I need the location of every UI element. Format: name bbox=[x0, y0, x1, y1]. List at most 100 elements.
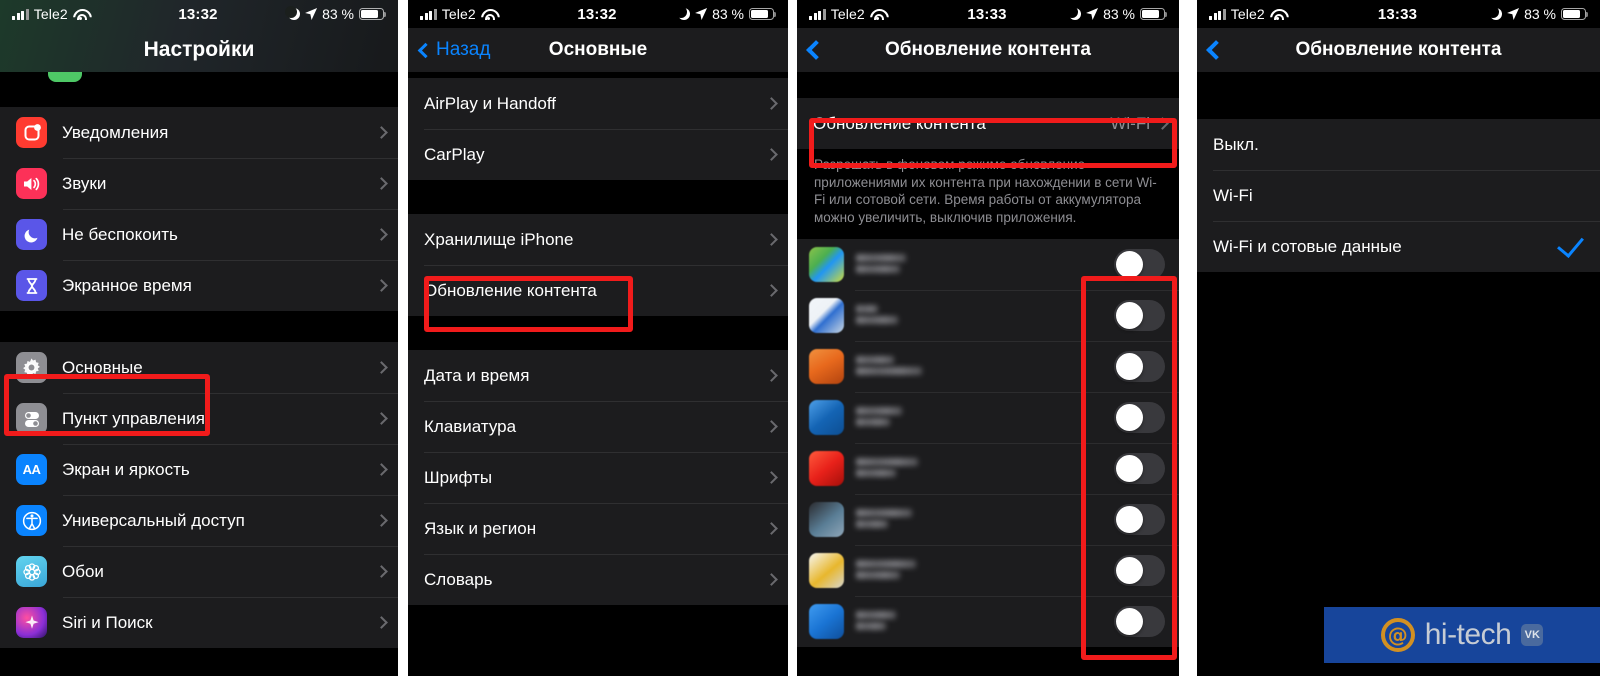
refresh-options-scroll-body[interactable]: Выкл. Wi-Fi Wi-Fi и сотовые данные bbox=[1197, 72, 1600, 676]
vk-icon: VK bbox=[1521, 624, 1544, 646]
app-name-redacted bbox=[856, 252, 1114, 278]
general-group-1: AirPlay и Handoff CarPlay bbox=[408, 78, 788, 180]
panel1-header: Tele2 13:32 83 % Настройки bbox=[0, 0, 398, 72]
settings-row-siri[interactable]: Siri и Поиск bbox=[0, 597, 398, 648]
app-name-redacted bbox=[856, 558, 1114, 584]
cellular-signal-icon bbox=[809, 8, 826, 20]
chevron-right-icon bbox=[375, 177, 388, 190]
app-name-redacted bbox=[856, 354, 1114, 380]
app-refresh-toggle[interactable] bbox=[1114, 453, 1165, 484]
panel-gap-3 bbox=[1179, 0, 1197, 676]
battery-icon bbox=[1140, 8, 1168, 20]
app-refresh-toggle[interactable] bbox=[1114, 249, 1165, 280]
option-row-wifi-cellular[interactable]: Wi-Fi и сотовые данные bbox=[1197, 221, 1600, 272]
app-refresh-toggle[interactable] bbox=[1114, 555, 1165, 586]
general-row-airplay-handoff[interactable]: AirPlay и Handoff bbox=[408, 78, 788, 129]
row-label: Универсальный доступ bbox=[62, 510, 245, 530]
carrier-label: Tele2 bbox=[441, 6, 476, 22]
row-label: Экран и яркость bbox=[62, 459, 190, 479]
general-row-background-refresh[interactable]: Обновление контента bbox=[408, 265, 788, 316]
settings-scroll-body[interactable]: Уведомления Звуки Не беспокоить Экранное… bbox=[0, 72, 398, 676]
cellular-signal-icon bbox=[12, 8, 29, 20]
status-bar: Tele2 13:32 83 % bbox=[0, 0, 398, 28]
clock-label: 13:33 bbox=[1377, 5, 1418, 23]
settings-row-do-not-disturb[interactable]: Не беспокоить bbox=[0, 209, 398, 260]
back-button[interactable]: Назад bbox=[417, 39, 490, 61]
background-refresh-mode-row[interactable]: Обновление контента Wi-Fi bbox=[797, 98, 1179, 149]
app-row[interactable] bbox=[797, 443, 1179, 494]
top-partial-row bbox=[0, 72, 398, 82]
row-label: Обновление контента bbox=[813, 113, 986, 133]
app-refresh-toggle[interactable] bbox=[1114, 351, 1165, 382]
app-refresh-toggle[interactable] bbox=[1114, 300, 1165, 331]
partial-app-icon bbox=[48, 72, 82, 82]
general-scroll-body[interactable]: AirPlay и Handoff CarPlay Хранилище iPho… bbox=[408, 72, 788, 676]
wifi-icon bbox=[481, 9, 496, 20]
status-right: 83 % bbox=[1007, 5, 1168, 22]
app-row[interactable] bbox=[797, 290, 1179, 341]
app-row[interactable] bbox=[797, 494, 1179, 545]
row-label: Клавиатура bbox=[424, 416, 517, 436]
settings-row-notifications[interactable]: Уведомления bbox=[0, 107, 398, 158]
general-row-iphone-storage[interactable]: Хранилище iPhone bbox=[408, 214, 788, 265]
row-label: Основные bbox=[62, 357, 143, 377]
siri-icon bbox=[16, 607, 47, 638]
general-row-carplay[interactable]: CarPlay bbox=[408, 129, 788, 180]
status-left: Tele2 bbox=[420, 6, 577, 22]
location-arrow-icon bbox=[1507, 8, 1520, 20]
general-row-fonts[interactable]: Шрифты bbox=[408, 452, 788, 503]
row-label: Обновление контента bbox=[424, 280, 597, 300]
group-spacer-2 bbox=[408, 316, 788, 350]
settings-row-sounds[interactable]: Звуки bbox=[0, 158, 398, 209]
app-row[interactable] bbox=[797, 596, 1179, 647]
sounds-icon bbox=[16, 168, 47, 199]
option-row-wifi[interactable]: Wi-Fi bbox=[1197, 170, 1600, 221]
page-title: Настройки bbox=[143, 38, 255, 61]
accessibility-icon bbox=[16, 505, 47, 536]
back-button[interactable] bbox=[1206, 40, 1226, 60]
row-label: Уведомления bbox=[62, 122, 169, 142]
settings-row-wallpaper[interactable]: Обои bbox=[0, 546, 398, 597]
wifi-icon bbox=[1270, 9, 1285, 20]
background-refresh-scroll-body[interactable]: Обновление контента Wi-Fi Разрешать в фо… bbox=[797, 72, 1179, 676]
back-button[interactable] bbox=[806, 40, 826, 60]
app-row[interactable] bbox=[797, 545, 1179, 596]
settings-group-2: Основные Пункт управления AA Экран и ярк… bbox=[0, 342, 398, 648]
display-brightness-icon: AA bbox=[16, 454, 47, 485]
app-row[interactable] bbox=[797, 392, 1179, 443]
do-not-disturb-moon-icon bbox=[1065, 5, 1082, 20]
general-row-language-region[interactable]: Язык и регион bbox=[408, 503, 788, 554]
settings-row-general[interactable]: Основные bbox=[0, 342, 398, 393]
location-arrow-icon bbox=[305, 8, 318, 20]
watermark-label: hi-tech bbox=[1424, 618, 1512, 651]
group-spacer-1 bbox=[408, 180, 788, 214]
settings-row-control-center[interactable]: Пункт управления bbox=[0, 393, 398, 444]
battery-percent-label: 83 % bbox=[1524, 6, 1556, 22]
general-row-keyboard[interactable]: Клавиатура bbox=[408, 401, 788, 452]
app-refresh-toggle[interactable] bbox=[1114, 402, 1165, 433]
general-row-dictionary[interactable]: Словарь bbox=[408, 554, 788, 605]
app-refresh-toggle[interactable] bbox=[1114, 606, 1165, 637]
do-not-disturb-icon bbox=[16, 219, 47, 250]
chevron-right-icon bbox=[765, 97, 778, 110]
nav-bar: Обновление контента bbox=[797, 28, 1179, 72]
chevron-right-icon bbox=[765, 148, 778, 161]
row-label: Обои bbox=[62, 561, 104, 581]
carrier-label: Tele2 bbox=[1230, 6, 1265, 22]
row-label: Не беспокоить bbox=[62, 224, 178, 244]
settings-row-screen-time[interactable]: Экранное время bbox=[0, 260, 398, 311]
battery-icon bbox=[1561, 8, 1589, 20]
app-name-redacted bbox=[856, 507, 1114, 533]
app-row[interactable] bbox=[797, 239, 1179, 290]
app-refresh-toggle[interactable] bbox=[1114, 504, 1165, 535]
status-bar: Tele2 13:33 83 % bbox=[1197, 0, 1600, 28]
watermark-hi-tech: @ hi-tech VK bbox=[1324, 607, 1600, 663]
option-row-off[interactable]: Выкл. bbox=[1197, 119, 1600, 170]
general-row-date-time[interactable]: Дата и время bbox=[408, 350, 788, 401]
row-label: Дата и время bbox=[424, 365, 530, 385]
settings-row-accessibility[interactable]: Универсальный доступ bbox=[0, 495, 398, 546]
app-row[interactable] bbox=[797, 341, 1179, 392]
carrier-label: Tele2 bbox=[33, 6, 68, 22]
row-label: Звуки bbox=[62, 173, 107, 193]
settings-row-display-brightness[interactable]: AA Экран и яркость bbox=[0, 444, 398, 495]
